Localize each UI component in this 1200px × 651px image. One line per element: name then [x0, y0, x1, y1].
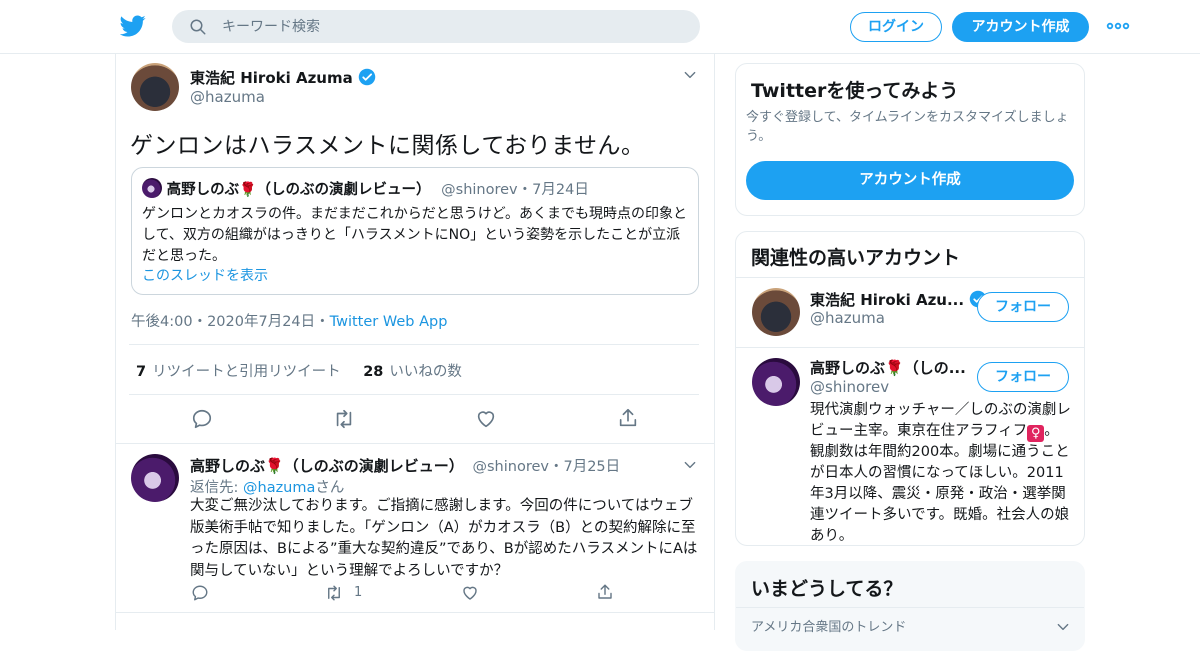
reply-date[interactable]: 7月25日	[563, 459, 620, 475]
retweet-icon[interactable]	[324, 584, 344, 602]
chevron-down-icon[interactable]	[1056, 620, 1070, 634]
reply-author-handle[interactable]: @shinorev	[473, 459, 549, 475]
avatar[interactable]	[131, 63, 179, 111]
reply-author-name[interactable]: 高野しのぶ	[190, 457, 265, 475]
like-stat[interactable]: 28 いいねの数	[363, 364, 462, 380]
rose-emoji: 🌹	[885, 359, 904, 377]
account-name-suffix: （しの...	[903, 359, 966, 377]
divider	[736, 607, 1084, 608]
tweet-meta: 午後4:00・2020年7月24日・Twitter Web App	[131, 310, 447, 331]
like-label: いいねの数	[389, 364, 462, 380]
follow-button[interactable]: フォロー	[977, 292, 1069, 322]
reply-author-row: 高野しのぶ🌹（しのぶの演劇レビュー） @shinorev・7月25日	[190, 455, 620, 476]
reply-icon[interactable]	[191, 584, 209, 602]
like-heart-icon[interactable]	[475, 408, 497, 430]
quoted-author-name: 高野しのぶ	[166, 182, 240, 198]
like-heart-icon[interactable]	[461, 584, 479, 602]
card-title: 関連性の高いアカウント	[751, 247, 961, 269]
reply-to-suffix: さん	[315, 480, 345, 496]
divider	[129, 344, 699, 345]
rose-emoji: 🌹	[265, 457, 284, 475]
create-account-button[interactable]: アカウント作成	[746, 161, 1074, 200]
retweet-icon[interactable]	[332, 408, 356, 430]
dot-separator: ・	[548, 459, 564, 475]
divider	[736, 347, 1084, 348]
quoted-author-suffix: （しのぶの演劇レビュー）	[256, 182, 431, 198]
share-icon[interactable]	[617, 407, 639, 429]
account-name-text: 東浩紀 Hiroki Azu...	[810, 291, 965, 309]
twitter-bird-logo-icon[interactable]	[120, 13, 146, 39]
show-thread-link[interactable]: このスレッドを表示	[142, 265, 268, 285]
verified-badge-icon	[358, 68, 376, 86]
related-account-handle[interactable]: @hazuma	[810, 309, 885, 327]
reply-author-suffix[interactable]: （しのぶの演劇レビュー）	[284, 457, 464, 475]
related-account-handle[interactable]: @shinorev	[810, 378, 889, 396]
card-title: Twitterを使ってみよう	[751, 80, 959, 102]
trends-card: いまどうしてる？ アメリカ合衆国のトレンド	[735, 561, 1085, 651]
account-name-text: 高野しのぶ	[810, 359, 886, 377]
divider	[129, 394, 699, 395]
reply-tweet-text: 大変ご無沙汰しております。ご指摘に感謝します。今回の件についてはウェブ版美術手帖…	[190, 498, 698, 579]
rose-emoji: 🌹	[239, 182, 257, 198]
chevron-down-icon[interactable]	[683, 68, 697, 82]
bio-text: 。観劇数は年間約200本。劇場に通うことが日本人の習慣になってほしい。2011年…	[810, 423, 1070, 544]
retweet-count: 7	[136, 364, 147, 380]
retweet-stat[interactable]: 7 リツイートと引用リツイート	[136, 364, 341, 380]
tweet-source-app[interactable]: Twitter Web App	[330, 314, 448, 330]
top-navigation-bar: ログイン アカウント作成	[0, 0, 1200, 54]
search-icon	[190, 19, 206, 35]
quoted-tweet-text: ゲンロンとカオスラの件。まだまだこれからだと思うけど。あくまでも現時点の印象とし…	[142, 206, 688, 264]
like-count: 28	[363, 364, 384, 380]
reply-to-prefix: 返信先:	[190, 480, 243, 496]
login-button[interactable]: ログイン	[850, 12, 942, 42]
card-title: いまどうしてる？	[751, 578, 903, 600]
tweet-time[interactable]: 午後4:00	[131, 314, 193, 330]
quoted-author-handle: @shinorev	[441, 182, 518, 198]
avatar	[142, 178, 162, 198]
chevron-down-icon[interactable]	[683, 458, 697, 472]
search-input[interactable]	[222, 16, 682, 38]
avatar[interactable]	[752, 288, 800, 336]
reply-icon[interactable]	[191, 408, 213, 430]
quoted-date: 7月24日	[532, 182, 589, 198]
avatar[interactable]	[752, 358, 800, 406]
dot-separator: ・	[192, 314, 208, 330]
share-icon[interactable]	[596, 583, 614, 601]
trends-location: アメリカ合衆国のトレンド	[751, 620, 907, 635]
tweet-stats: 7 リツイートと引用リツイート 28 いいねの数	[136, 360, 462, 381]
author-handle[interactable]: @hazuma	[190, 88, 265, 106]
card-subtitle: 今すぐ登録して、タイムラインをカスタマイズしましょう。	[746, 110, 1069, 144]
author-name[interactable]: 東浩紀 Hiroki Azuma	[190, 69, 353, 87]
tweet-date[interactable]: 2020年7月24日	[207, 314, 315, 330]
try-twitter-card: Twitterを使ってみよう 今すぐ登録して、タイムラインをカスタマイズしましょ…	[735, 63, 1085, 216]
quoted-tweet-header: 高野しのぶ🌹（しのぶの演劇レビュー） @shinorev・7月24日	[142, 178, 589, 199]
account-bio: 現代演劇ウォッチャー／しのぶの演劇レビュー主宰。東京在住アラフィフ ♀ 。観劇数は年…	[810, 400, 1072, 545]
dot-separator: ・	[315, 314, 330, 330]
divider	[116, 443, 714, 444]
signup-button[interactable]: アカウント作成	[952, 12, 1089, 42]
follow-button[interactable]: フォロー	[977, 362, 1069, 392]
quoted-tweet[interactable]: 高野しのぶ🌹（しのぶの演劇レビュー） @shinorev・7月24日 ゲンロンと…	[131, 167, 699, 295]
dot-separator: ・	[517, 182, 533, 198]
more-options-icon[interactable]	[1106, 18, 1130, 34]
divider	[116, 612, 714, 613]
divider	[736, 277, 1084, 278]
avatar[interactable]	[131, 454, 179, 502]
reply-to-handle[interactable]: @hazuma	[243, 480, 315, 496]
tweet-author-row: 東浩紀 Hiroki Azuma	[190, 67, 376, 88]
retweet-label: リツイートと引用リツイート	[152, 364, 341, 380]
female-sign-icon: ♀	[1027, 425, 1045, 442]
related-account-name[interactable]: 高野しのぶ🌹（しの...	[810, 357, 966, 378]
tweet-text: ゲンロンはハラスメントに関係しておりません。	[130, 133, 645, 159]
reply-to-line: 返信先: @hazumaさん	[190, 476, 344, 497]
search-box[interactable]	[172, 10, 700, 43]
related-account-name[interactable]: 東浩紀 Hiroki Azu...	[810, 289, 987, 310]
reply-retweet-count: 1	[354, 585, 363, 600]
related-accounts-card: 関連性の高いアカウント 東浩紀 Hiroki Azu... @hazuma フォ…	[735, 231, 1085, 546]
